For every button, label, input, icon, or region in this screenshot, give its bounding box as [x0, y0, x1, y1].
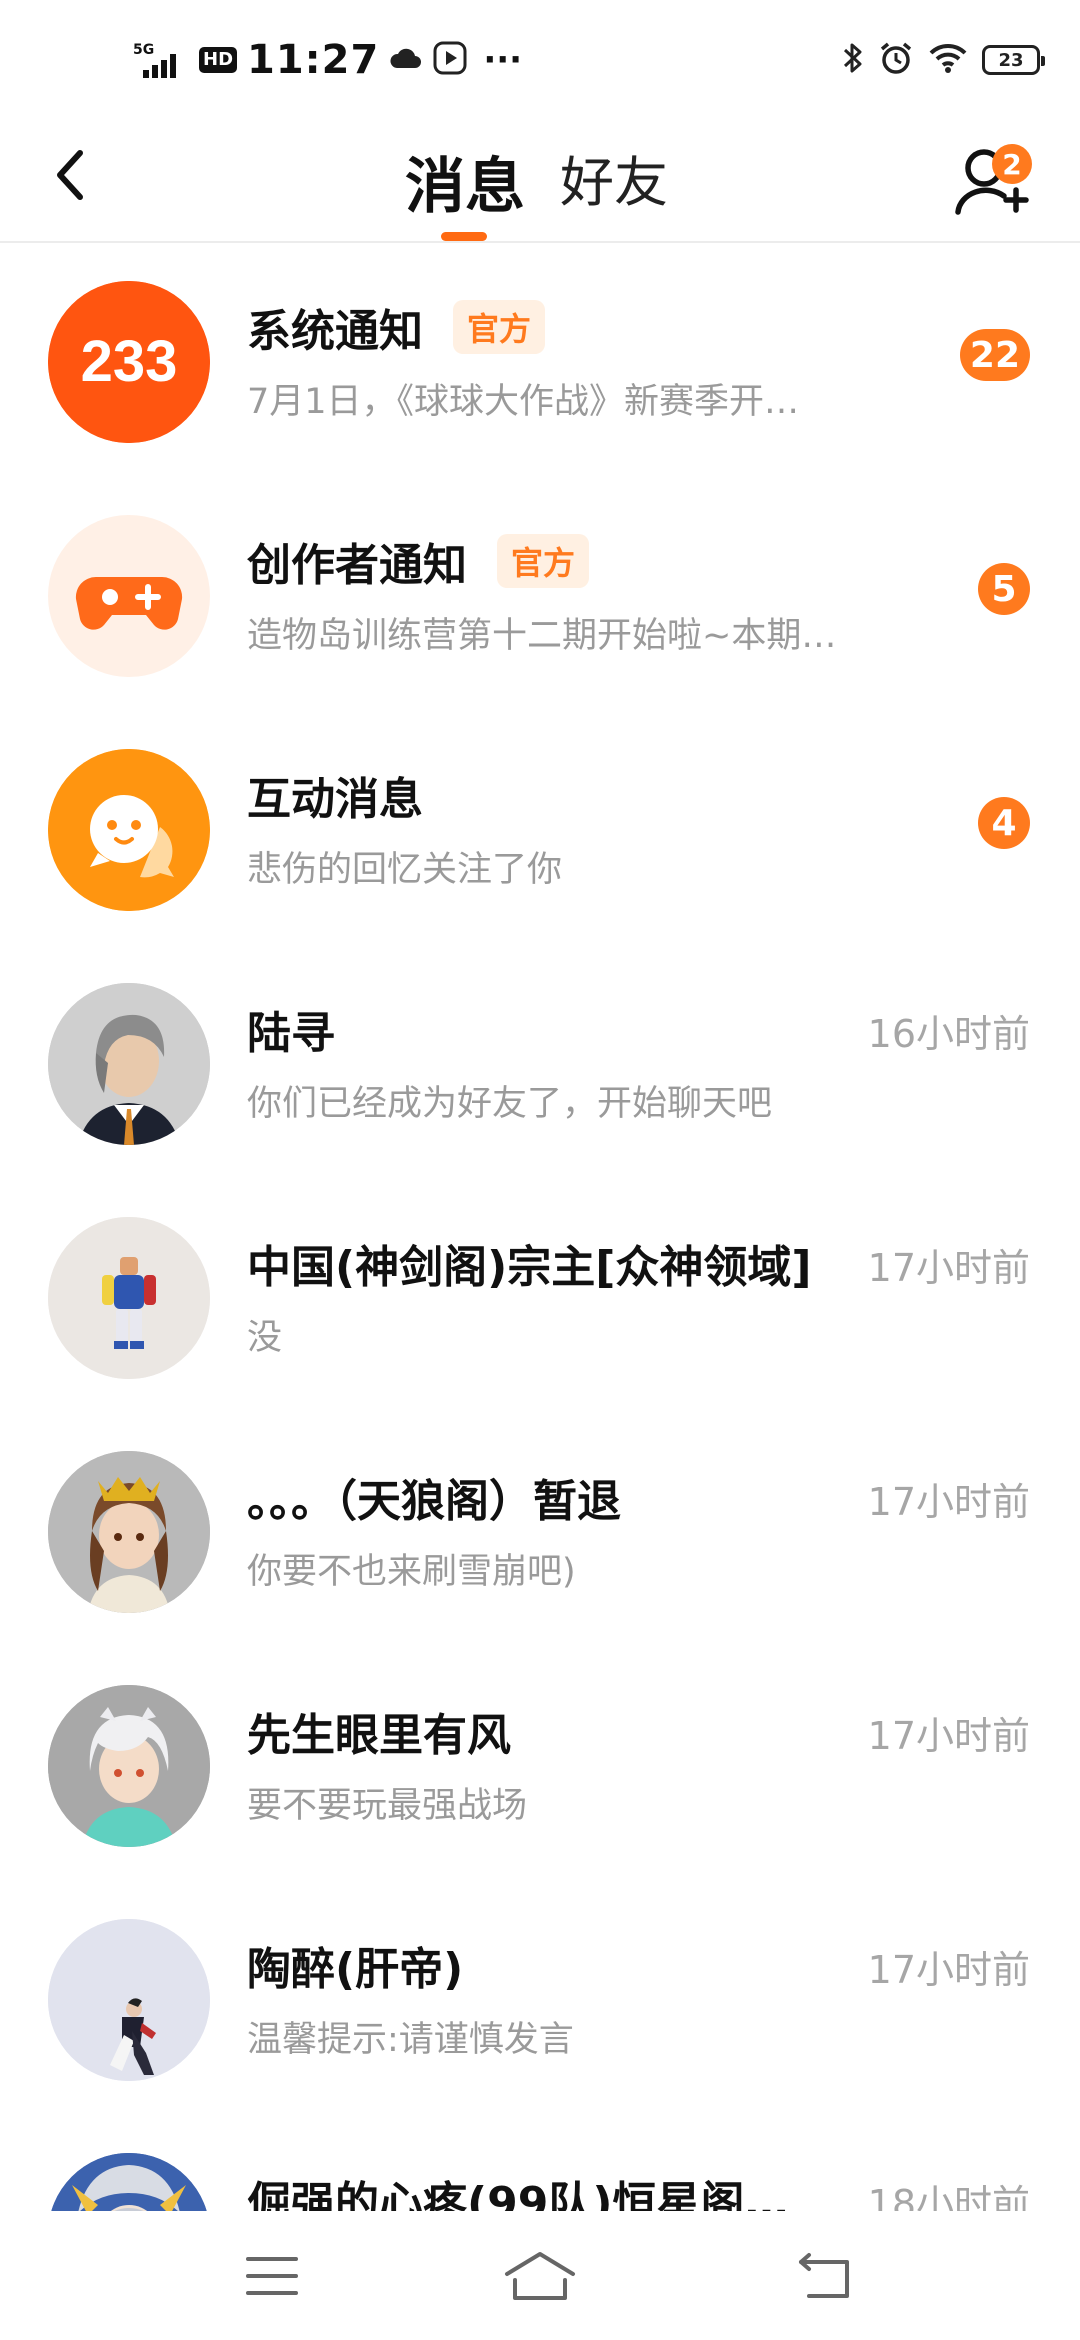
official-badge: 官方	[453, 300, 546, 354]
sender-name: 系统通知	[247, 306, 423, 357]
message-preview: 要不要玩最强战场	[247, 1786, 528, 1826]
more-notifications-icon: ···	[483, 40, 523, 80]
message-title: 陆寻	[247, 1008, 335, 1059]
unread-count-badge: 4	[978, 797, 1030, 849]
user-avatar	[48, 1451, 210, 1613]
top-nav-header: 消息 好友 2	[0, 110, 1080, 243]
creator-notice-avatar	[48, 515, 210, 677]
message-preview: 温馨提示:请谨慎发言	[247, 2020, 574, 2060]
message-title: 倔强的心疼(99队)恒星阁…	[247, 2178, 789, 2211]
logo-233-text: 233	[81, 329, 178, 394]
gamepad-icon	[75, 576, 183, 630]
message-time: 17小时前	[867, 1480, 1030, 1524]
message-preview: 造物岛训练营第十二期开始啦~本期…	[247, 616, 837, 656]
message-title: 。。。（天狼阁）暂退	[247, 1476, 621, 1527]
unread-count-badge: 5	[978, 563, 1030, 615]
cloud-icon	[389, 44, 423, 76]
tab-friends[interactable]: 好友	[560, 138, 668, 217]
list-item-conversation[interactable]: 倔强的心疼(99队)恒星阁… 18小时前	[0, 2115, 1080, 2211]
system-notice-avatar: 233	[48, 281, 210, 443]
message-title: 创作者通知 官方	[247, 529, 590, 593]
list-item-creator-notice[interactable]: 创作者通知 官方 造物岛训练营第十二期开始啦~本期… 5	[0, 477, 1080, 711]
unread-count-badge: 22	[959, 329, 1030, 381]
status-time: 11:27	[247, 37, 380, 83]
message-time: 17小时前	[867, 1714, 1030, 1758]
list-item-conversation[interactable]: 陶醉(肝帝) 温馨提示:请谨慎发言 17小时前	[0, 1881, 1080, 2115]
message-time: 17小时前	[867, 1246, 1030, 1290]
message-time: 16小时前	[867, 1012, 1030, 1056]
status-left: 5G HD 11:27 ···	[133, 30, 522, 90]
tab-messages[interactable]: 消息	[405, 138, 525, 225]
media-play-icon	[433, 41, 467, 79]
wifi-icon	[928, 41, 968, 79]
status-right: 23	[842, 30, 1045, 90]
message-title: 中国(神剑阁)宗主[众神领域]	[247, 1242, 812, 1293]
message-title: 系统通知 官方	[247, 295, 546, 359]
message-time: 18小时前	[867, 2182, 1030, 2211]
list-item-system-notice[interactable]: 233 系统通知 官方 7月1日，《球球大作战》新赛季开… 22	[0, 243, 1080, 477]
alarm-icon	[878, 40, 914, 80]
list-item-interaction[interactable]: 互动消息 悲伤的回忆关注了你 4	[0, 711, 1080, 945]
list-item-conversation[interactable]: 中国(神剑阁)宗主[众神领域] 没 17小时前	[0, 1179, 1080, 1413]
message-list: 233 系统通知 官方 7月1日，《球球大作战》新赛季开… 22 创作者通知 官方 …	[0, 243, 1080, 2211]
bluetooth-icon	[842, 40, 864, 80]
message-title: 互动消息	[247, 774, 423, 825]
status-bar: 5G HD 11:27 ··· 23	[0, 0, 1080, 110]
friend-request-badge: 2	[992, 144, 1032, 184]
app-screen: 5G HD 11:27 ··· 23 消息 好友 2 233 系统通知 官方 7…	[0, 0, 1080, 2340]
interaction-avatar	[48, 749, 210, 911]
add-friend-button[interactable]: 2	[948, 130, 1038, 220]
message-preview: 没	[247, 1318, 283, 1358]
signal-5g-icon: 5G	[133, 42, 189, 78]
back-arrow-icon	[799, 2253, 849, 2298]
system-back-button[interactable]	[785, 2241, 865, 2311]
chevron-left-icon	[57, 150, 83, 200]
recent-apps-button[interactable]	[232, 2241, 312, 2311]
chat-bubble-icon	[48, 749, 210, 911]
user-avatar	[48, 1919, 210, 2081]
home-icon	[505, 2252, 575, 2300]
message-time: 17小时前	[867, 1948, 1030, 1992]
message-preview: 你要不也来刷雪崩吧)	[247, 1552, 576, 1592]
message-title: 陶醉(肝帝)	[247, 1944, 464, 1995]
active-tab-indicator	[441, 232, 487, 241]
list-item-conversation[interactable]: 先生眼里有风 要不要玩最强战场 17小时前	[0, 1647, 1080, 1881]
sender-name: 创作者通知	[247, 540, 467, 591]
list-item-conversation[interactable]: 。。。（天狼阁）暂退 你要不也来刷雪崩吧) 17小时前	[0, 1413, 1080, 1647]
message-preview: 你们已经成为好友了，开始聊天吧	[247, 1084, 773, 1124]
hd-icon: HD	[199, 47, 238, 73]
message-preview: 悲伤的回忆关注了你	[247, 850, 563, 890]
user-avatar	[48, 1217, 210, 1379]
battery-level: 23	[998, 49, 1024, 71]
menu-icon	[246, 2257, 298, 2295]
user-avatar	[48, 1685, 210, 1847]
message-preview: 7月1日，《球球大作战》新赛季开…	[247, 382, 800, 422]
system-navigation-bar	[0, 2211, 1080, 2340]
list-item-conversation[interactable]: 陆寻 你们已经成为好友了，开始聊天吧 16小时前	[0, 945, 1080, 1179]
battery-icon: 23	[982, 45, 1045, 75]
user-avatar	[48, 983, 210, 1145]
official-badge: 官方	[497, 534, 590, 588]
home-button[interactable]	[500, 2241, 580, 2311]
back-button[interactable]	[40, 135, 100, 215]
user-avatar	[48, 2153, 210, 2211]
message-title: 先生眼里有风	[247, 1710, 511, 1761]
